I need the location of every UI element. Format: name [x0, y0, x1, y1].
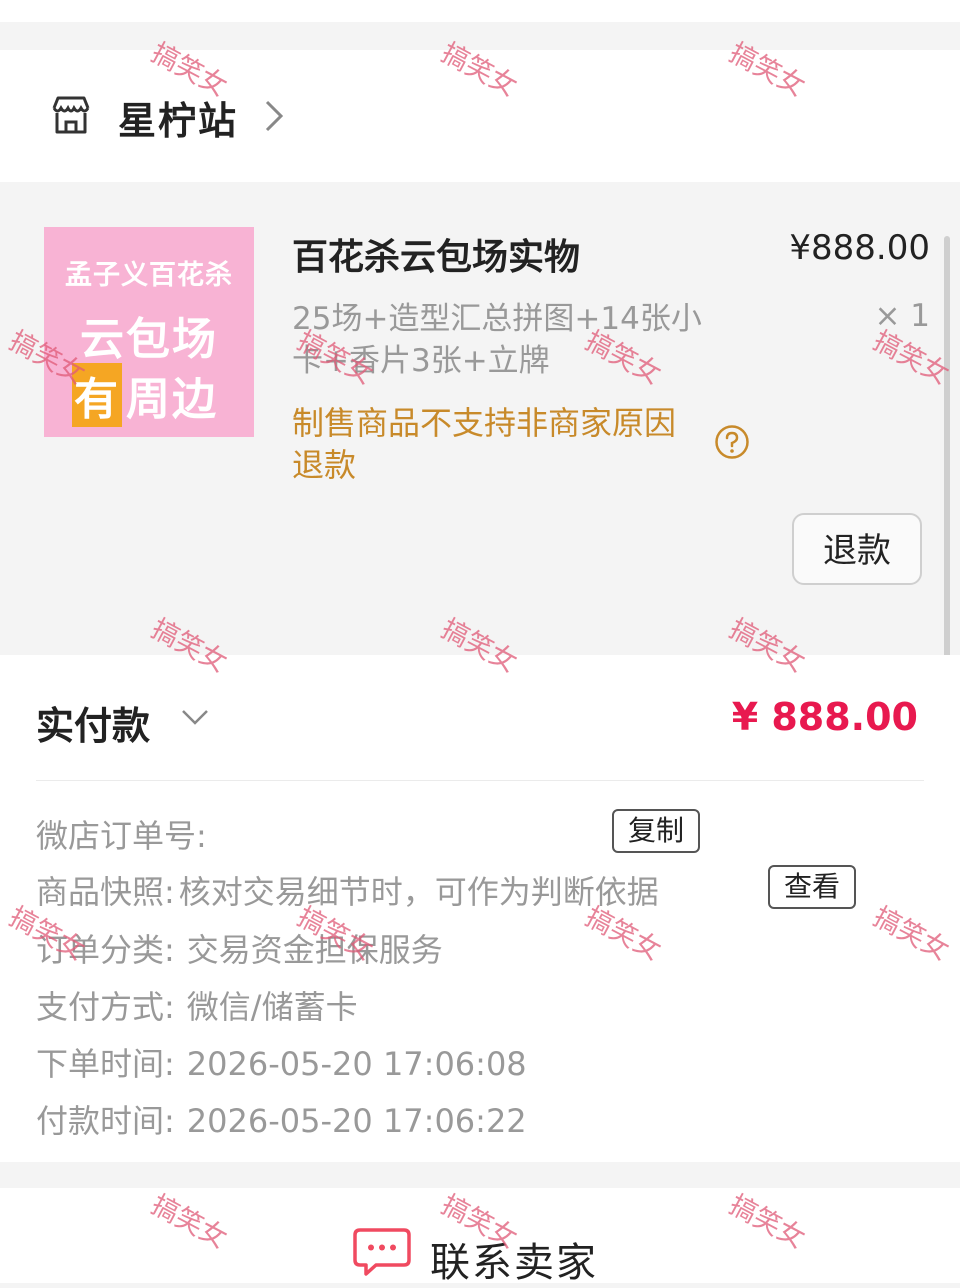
product-spec: 25场+造型汇总拼图+14张小卡+香片3张+立牌 [292, 301, 702, 379]
product-image-caption: 孟子义百花杀 [65, 260, 233, 291]
order-time-row: 下单时间: 2026-05-20 17:06:08 [36, 1039, 527, 1085]
paid-amount-label[interactable]: 实付款 [36, 695, 150, 750]
chevron-right-icon [265, 100, 284, 132]
chevron-down-icon[interactable] [180, 707, 210, 727]
product-image[interactable]: 孟子义百花杀 云包场 有周边 [44, 227, 254, 437]
chat-bubble-icon [353, 1228, 411, 1276]
order-number-row: 微店订单号: [36, 811, 207, 857]
product-image-badge: 有 [72, 363, 122, 427]
store-icon [52, 96, 90, 134]
contact-seller-bar[interactable]: 联系卖家 [0, 1188, 960, 1286]
scrollbar[interactable] [944, 236, 950, 702]
payment-method-row: 支付方式: 微信/储蓄卡 [36, 982, 358, 1028]
divider [36, 780, 924, 781]
order-time-label: 下单时间: [36, 1045, 175, 1083]
top-strip [0, 0, 960, 22]
view-snapshot-button[interactable]: 查看 [768, 865, 856, 909]
payment-time-label: 付款时间: [36, 1102, 175, 1140]
store-name[interactable]: 星柠站 [118, 90, 238, 145]
product-quantity: × 1 [874, 298, 930, 334]
paid-amount-value: ¥ 888.00 [731, 695, 918, 739]
snapshot-label: 商品快照: [36, 873, 175, 911]
snapshot-value: 核对交易细节时，可作为判断依据 [178, 873, 659, 911]
category-value: 交易资金担保服务 [186, 931, 443, 969]
store-header[interactable]: 星柠站 [0, 50, 960, 182]
payment-time-row: 付款时间: 2026-05-20 17:06:22 [36, 1096, 527, 1142]
product-title[interactable]: 百花杀云包场实物 [292, 228, 580, 280]
category-label: 订单分类: [36, 931, 175, 969]
snapshot-row: 商品快照: 核对交易细节时，可作为判断依据 [36, 867, 659, 913]
payment-method-value: 微信/储蓄卡 [186, 988, 358, 1026]
payment-time-value: 2026-05-20 17:06:22 [186, 1102, 527, 1140]
order-details: 实付款 ¥ 888.00 微店订单号: 复制 商品快照: 核对交易细节时，可作为判… [0, 655, 960, 1162]
product-card[interactable]: 孟子义百花杀 云包场 有周边 百花杀云包场实物 ¥888.00 25场+造型汇总… [0, 182, 960, 655]
product-image-headline: 云包场 [80, 314, 218, 365]
refund-button[interactable]: 退款 [792, 513, 922, 585]
order-number-label: 微店订单号: [36, 817, 207, 855]
product-price: ¥888.00 [789, 228, 930, 268]
product-image-subline-text: 周边 [126, 374, 218, 425]
product-image-subline: 有周边 [72, 363, 218, 427]
payment-method-label: 支付方式: [36, 988, 175, 1026]
help-icon[interactable] [714, 424, 750, 460]
category-row: 订单分类: 交易资金担保服务 [36, 925, 443, 971]
refund-notice: 制售商品不支持非商家原因退款 [292, 404, 677, 484]
order-time-value: 2026-05-20 17:06:08 [186, 1045, 527, 1083]
contact-seller-label[interactable]: 联系卖家 [430, 1230, 598, 1288]
copy-button[interactable]: 复制 [612, 809, 700, 853]
